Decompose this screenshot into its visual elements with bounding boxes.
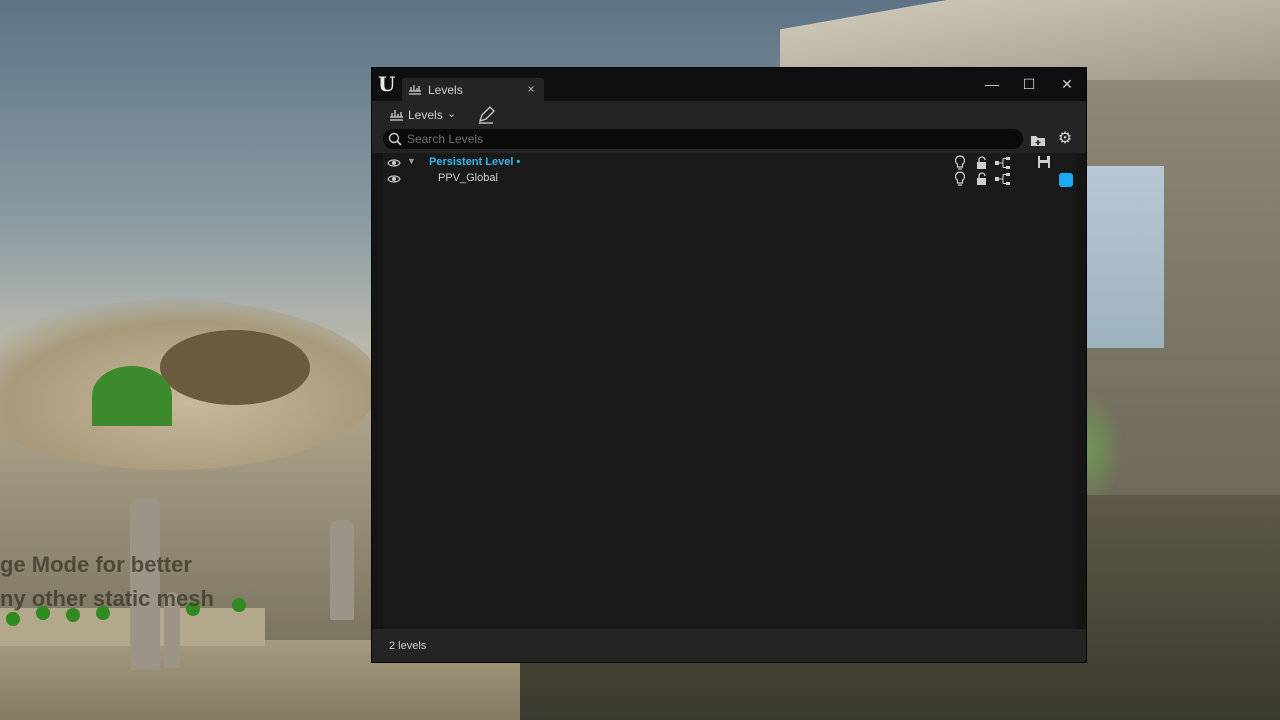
pencil-icon[interactable] — [476, 105, 496, 125]
close-button[interactable]: ✕ — [1053, 73, 1081, 95]
bush — [232, 598, 246, 612]
search-row: ⚙ — [372, 129, 1086, 153]
chevron-down-icon: ⌄ — [447, 108, 457, 120]
levels-icon — [390, 110, 403, 121]
eye-icon[interactable] — [387, 157, 401, 169]
tab-close-button[interactable]: × — [524, 81, 538, 97]
hierarchy-icon[interactable] — [994, 172, 1012, 186]
expand-arrow-icon[interactable]: ▼ — [407, 156, 416, 166]
green-light-glow — [1084, 390, 1124, 510]
levels-window: U Levels × — ☐ ✕ Levels ⌄ Search Levels … — [371, 67, 1087, 663]
person-silhouette — [130, 498, 160, 670]
toolbar: Levels ⌄ — [372, 101, 1086, 129]
level-name: Persistent Level • — [429, 156, 521, 168]
level-count: 2 levels — [389, 640, 427, 652]
tab-levels[interactable]: Levels × — [402, 78, 544, 101]
level-color-swatch[interactable] — [1059, 173, 1073, 187]
minimize-button[interactable]: — — [978, 73, 1006, 95]
viewport-overlay-text: ny other static mesh — [0, 586, 214, 611]
lightbulb-icon[interactable] — [953, 171, 967, 187]
lightbulb-icon[interactable] — [953, 155, 967, 171]
search-input[interactable] — [407, 130, 1007, 148]
green-dome — [92, 366, 172, 426]
title-bar[interactable]: U Levels × — ☐ ✕ — [372, 68, 1086, 101]
levels-list: ▼ Persistent Level • PPV_Global — [383, 153, 1076, 629]
gear-icon[interactable]: ⚙ — [1056, 130, 1074, 148]
save-icon[interactable] — [1037, 155, 1051, 169]
status-bar: 2 levels — [372, 629, 1086, 662]
eye-icon[interactable] — [387, 173, 401, 185]
level-name: PPV_Global — [438, 172, 498, 184]
viewport-overlay-text: ge Mode for better — [0, 552, 192, 577]
list-item[interactable]: PPV_Global — [383, 171, 1076, 187]
bush — [6, 612, 20, 626]
hierarchy-icon[interactable] — [994, 156, 1012, 170]
levels-menu-button[interactable]: Levels ⌄ — [387, 105, 459, 125]
list-item[interactable]: ▼ Persistent Level • — [383, 155, 1076, 171]
interior-window — [1086, 166, 1164, 348]
levels-icon — [409, 85, 421, 95]
canopy-opening — [160, 330, 310, 405]
person-silhouette — [330, 520, 354, 620]
unlock-icon[interactable] — [975, 172, 989, 186]
maximize-button[interactable]: ☐ — [1015, 73, 1043, 95]
add-folder-icon[interactable] — [1029, 131, 1047, 149]
search-box[interactable] — [383, 129, 1023, 149]
levels-menu-label: Levels — [408, 108, 443, 122]
search-icon — [388, 132, 402, 146]
unreal-logo-icon: U — [378, 72, 396, 96]
unlock-icon[interactable] — [975, 156, 989, 170]
tab-label: Levels — [428, 83, 463, 97]
